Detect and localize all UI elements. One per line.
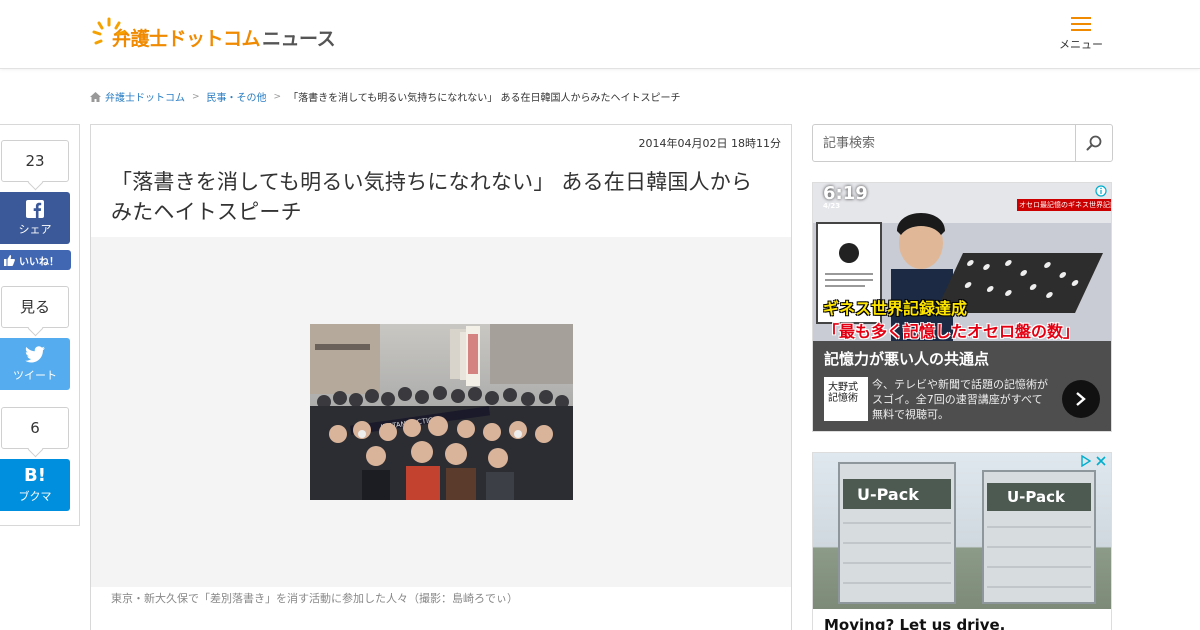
sidebar-ad-upack[interactable]: U-Pack U-Pack Moving? Let us drive. bbox=[812, 452, 1112, 630]
breadcrumb-current: 「落書きを消しても明るい気持ちになれない」 ある在日韓国人からみたヘイトスピーチ bbox=[288, 93, 681, 104]
sidebar-ad-memory[interactable]: 6:19 4/23 オセロ最記憶のギネス世界記録保持者 ギネス世界記録達成 「最… bbox=[812, 182, 1112, 432]
hatena-bookmark-label: ブクマ bbox=[18, 490, 52, 503]
photo-caption: 東京・新大久保で「差別落書き」を消す活動に参加した人々（撮影：島崎ろでぃ） bbox=[111, 592, 518, 605]
menu-label: メニュー bbox=[1059, 38, 1103, 51]
search-button[interactable] bbox=[1075, 125, 1112, 161]
hatena-bookmark-icon: B! bbox=[24, 465, 46, 486]
chevron-right-icon bbox=[1076, 392, 1086, 406]
ad-headline-yellow: ギネス世界記録達成 bbox=[823, 299, 968, 318]
chevron-right-icon: > bbox=[273, 91, 282, 102]
ad-headline: 記憶力が悪い人の共通点 bbox=[824, 350, 990, 368]
ad-tag-text: オセロ最記憶のギネス世界記録保持者 bbox=[1017, 199, 1111, 211]
facebook-share-label: シェア bbox=[18, 223, 52, 236]
menu-button[interactable]: メニュー bbox=[1058, 16, 1104, 52]
upack-logo-left: U-Pack bbox=[857, 485, 919, 504]
facebook-like-button[interactable]: いいね！ bbox=[0, 250, 71, 270]
close-icon[interactable] bbox=[1095, 455, 1107, 467]
twitter-share-button[interactable]: ツイート bbox=[0, 338, 70, 390]
share-sidebar: 23 シェア いいね！ 見る ツイート 6 B! ブクマ bbox=[0, 124, 80, 526]
logo-main-text: 弁護士ドットコム bbox=[112, 27, 261, 50]
ad-upack-headline: Moving? Let us drive. bbox=[824, 616, 1006, 630]
breadcrumb-link-category[interactable]: 民事・その他 bbox=[207, 89, 267, 104]
ad-body-text: 今、テレビや新聞で話題の記憶術がスゴイ。全7回の速習講座がすべて無料で視聴可。 bbox=[872, 378, 1048, 421]
upack-logo-right: U-Pack bbox=[1007, 488, 1066, 506]
ad-arrow-button[interactable] bbox=[1062, 380, 1100, 418]
twitter-share-label: ツイート bbox=[13, 369, 57, 382]
site-header: 弁護士ドットコム ニュース メニュー bbox=[0, 0, 1200, 69]
logo-sub-text: ニュース bbox=[262, 27, 336, 50]
facebook-icon bbox=[26, 200, 44, 218]
breadcrumb: 弁護士ドットコム > 民事・その他 > 「落書きを消しても明るい気持ちになれない… bbox=[90, 89, 680, 104]
site-logo[interactable]: 弁護士ドットコム ニュース bbox=[92, 12, 336, 56]
ad-headline-red: 「最も多く記憶したオセロ盤の数」 bbox=[823, 322, 1080, 341]
ad-choices[interactable] bbox=[1095, 185, 1107, 197]
ad-choices-icon bbox=[1081, 455, 1092, 467]
ad-choices[interactable] bbox=[1080, 455, 1107, 467]
article-date: 2014年04月02日 18時11分 bbox=[638, 137, 781, 150]
thumbs-up-icon bbox=[4, 254, 15, 266]
facebook-share-button[interactable]: シェア bbox=[0, 192, 70, 244]
ad-logo: 大野式記憶術 bbox=[824, 377, 868, 421]
ad-upack-image: U-Pack U-Pack bbox=[813, 453, 1111, 609]
article-title: 「落書きを消しても明るい気持ちになれない」 ある在日韓国人からみたヘイトスピーチ bbox=[111, 170, 753, 224]
search-icon bbox=[1086, 135, 1102, 151]
home-icon bbox=[90, 91, 101, 102]
ad-info-icon bbox=[1095, 185, 1107, 197]
twitter-bird-icon bbox=[25, 346, 45, 363]
like-label: いいね！ bbox=[19, 256, 59, 268]
breadcrumb-link-home[interactable]: 弁護士ドットコム bbox=[105, 89, 185, 104]
chevron-right-icon: > bbox=[192, 91, 200, 102]
article: 2014年04月02日 18時11分 「落書きを消しても明るい気持ちになれない」… bbox=[90, 124, 792, 630]
facebook-share-count: 23 bbox=[1, 140, 69, 182]
article-photo[interactable]: INSTANT ACTION bbox=[310, 324, 573, 500]
sun-logo-icon bbox=[92, 17, 126, 51]
search-box bbox=[812, 124, 1113, 162]
ad-time-text: 6:19 bbox=[823, 183, 868, 204]
search-input[interactable] bbox=[813, 125, 1075, 161]
hamburger-icon bbox=[1071, 17, 1091, 31]
twitter-share-count: 見る bbox=[1, 286, 69, 328]
hatena-bookmark-button[interactable]: B! ブクマ bbox=[0, 459, 70, 511]
article-photo-area: INSTANT ACTION bbox=[91, 237, 791, 587]
hatena-bookmark-count: 6 bbox=[1, 407, 69, 449]
